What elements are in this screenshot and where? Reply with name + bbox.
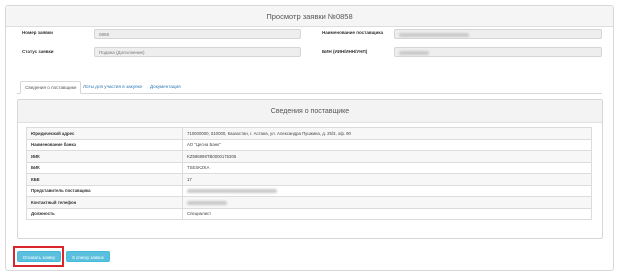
row-value: TSESKZKA	[182, 161, 592, 174]
table-row: Должность Специалист	[26, 207, 592, 220]
tab-supplier-info[interactable]: Сведения о поставщике	[20, 81, 82, 94]
table-row: Юридический адрес 710000000, 010000, Каз…	[26, 127, 592, 140]
table-row: КБЕ 17	[26, 173, 592, 186]
highlight-frame	[13, 246, 64, 267]
table-row: БИК TSESKZKA	[26, 161, 592, 174]
table-row: ИИК KZ596998TB0000175305	[26, 150, 592, 163]
row-value	[182, 196, 592, 209]
section-title: Сведения о поставщике	[270, 107, 350, 115]
table-row: Контактный телефон	[26, 196, 592, 209]
tab-lots[interactable]: Лоты для участия в закупке	[79, 81, 146, 93]
row-key: Юридический адрес	[26, 127, 183, 140]
status-value: Подана (Дополнение)	[99, 50, 145, 55]
redacted-value	[187, 200, 227, 205]
tab-documentation[interactable]: Документация	[146, 81, 185, 93]
supplier-info-table: Юридический адрес 710000000, 010000, Каз…	[26, 127, 592, 220]
tab-bar: Сведения о поставщике Лоты для участия в…	[17, 81, 602, 94]
row-key: Представитель поставщика	[26, 184, 183, 197]
bin-label: БИН (ИИН/ИНН/УНП)	[322, 49, 368, 54]
back-to-list-button[interactable]: К списку заявок	[66, 251, 110, 262]
redacted-value	[399, 50, 429, 55]
row-key: БИК	[26, 161, 183, 174]
supplier-name-field	[394, 29, 602, 39]
number-label: Номер заявки	[22, 30, 53, 35]
row-value	[182, 184, 592, 197]
row-value: АО "Цесна Банк"	[182, 138, 592, 151]
redacted-value	[399, 32, 469, 37]
table-row: Наименование банка АО "Цесна Банк"	[26, 138, 592, 151]
table-row: Представитель поставщика	[26, 184, 592, 197]
row-key: Должность	[26, 207, 183, 220]
number-value: 0858	[99, 32, 110, 37]
row-value: KZ596998TB0000175305	[182, 150, 592, 163]
row-value: 710000000, 010000, Казахстан, г. Астана,…	[182, 127, 592, 140]
bin-field	[394, 47, 602, 57]
row-key: КБЕ	[26, 173, 183, 186]
row-key: ИИК	[26, 150, 183, 163]
status-label: Статус заявки	[22, 49, 54, 54]
supplier-info-section: Сведения о поставщике Юридический адрес …	[17, 99, 603, 239]
panel-header: Просмотр заявки №0858	[6, 6, 613, 27]
redacted-value	[187, 189, 277, 194]
row-value: 17	[182, 173, 592, 186]
supplier-name-label: Наименование поставщика	[322, 30, 383, 35]
row-value: Специалист	[182, 207, 592, 220]
status-field: Подана (Дополнение)	[94, 47, 301, 57]
section-header: Сведения о поставщике	[18, 100, 602, 123]
row-key: Наименование банка	[26, 138, 183, 151]
number-field: 0858	[94, 29, 301, 39]
page-title: Просмотр заявки №0858	[266, 11, 353, 21]
row-key: Контактный телефон	[26, 196, 183, 209]
